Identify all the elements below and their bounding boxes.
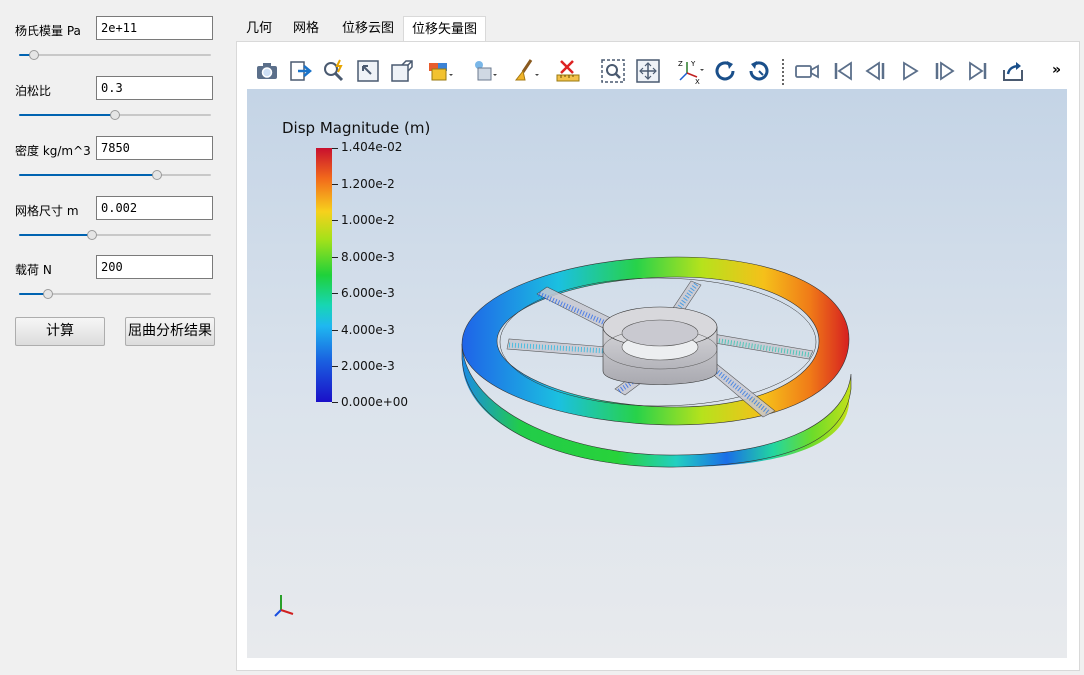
youngs-modulus-input[interactable]: 2e+11 (96, 16, 213, 40)
render-toolbar: ZY X » (247, 53, 1067, 89)
buckling-result-button[interactable]: 屈曲分析结果 (125, 317, 215, 346)
brush-icon[interactable] (512, 57, 540, 85)
toolbar-separator (782, 59, 784, 85)
slider-handle[interactable] (110, 110, 120, 120)
load-label: 载荷 N (15, 263, 52, 277)
tab-mesh[interactable]: 网格 (285, 16, 327, 41)
density-label: 密度 kg/m^3 (15, 144, 91, 158)
last-frame-icon[interactable] (964, 57, 992, 85)
camera-icon[interactable] (253, 57, 281, 85)
slider-handle[interactable] (152, 170, 163, 180)
select-frustum-icon[interactable] (388, 57, 416, 85)
share-icon[interactable] (999, 57, 1027, 85)
shading-icon[interactable] (470, 57, 498, 85)
tab-geometry[interactable]: 几何 (238, 16, 280, 41)
poisson-ratio-slider[interactable] (19, 108, 211, 122)
orientation-axes-widget (274, 595, 294, 617)
tab-displacement-vector[interactable]: 位移矢量图 (403, 16, 487, 41)
toolbar-overflow-button[interactable]: » (1052, 62, 1061, 78)
slider-handle[interactable] (42, 289, 53, 299)
orientation-axes-icon[interactable]: ZY X (676, 57, 704, 86)
mesh-size-slider[interactable] (19, 228, 211, 242)
poisson-ratio-input[interactable]: 0.3 (96, 76, 213, 100)
density-input[interactable]: 7850 (96, 136, 213, 160)
interactive-select-icon[interactable] (320, 57, 348, 85)
svg-text:X: X (695, 78, 700, 85)
slider-handle[interactable] (86, 230, 97, 240)
tab-displacement-contour[interactable]: 位移云图 (334, 16, 402, 41)
compute-button[interactable]: 计算 (15, 317, 105, 346)
ruler-icon[interactable] (555, 57, 583, 85)
reset-camera-icon[interactable] (634, 57, 662, 85)
slider-handle[interactable] (29, 50, 40, 60)
poisson-ratio-label: 泊松比 (15, 84, 52, 98)
render-viewport[interactable]: Disp Magnitude (m) 1.404e-02 1.200e-2 1.… (247, 89, 1067, 658)
rotate-cw-icon[interactable] (711, 57, 739, 85)
mesh-size-label: 网格尺寸 m (15, 204, 79, 218)
export-icon[interactable] (287, 57, 315, 85)
previous-frame-icon[interactable] (862, 57, 890, 85)
video-camera-icon[interactable] (793, 57, 821, 85)
wheel-model (461, 256, 852, 468)
load-slider[interactable] (19, 287, 211, 301)
zoom-box-icon[interactable] (599, 57, 627, 85)
svg-text:Z: Z (678, 60, 683, 68)
youngs-modulus-label: 杨氏模量 Pa (15, 24, 81, 38)
first-frame-icon[interactable] (829, 57, 857, 85)
mesh-size-input[interactable]: 0.002 (96, 196, 213, 220)
select-cells-icon[interactable] (354, 57, 382, 85)
color-palette-icon[interactable] (426, 57, 454, 85)
play-icon[interactable] (896, 57, 924, 85)
svg-text:Y: Y (690, 60, 696, 68)
youngs-modulus-slider[interactable] (19, 48, 211, 62)
next-frame-icon[interactable] (930, 57, 958, 85)
rotate-ccw-icon[interactable] (745, 57, 773, 85)
load-input[interactable]: 200 (96, 255, 213, 279)
density-slider[interactable] (19, 168, 211, 182)
